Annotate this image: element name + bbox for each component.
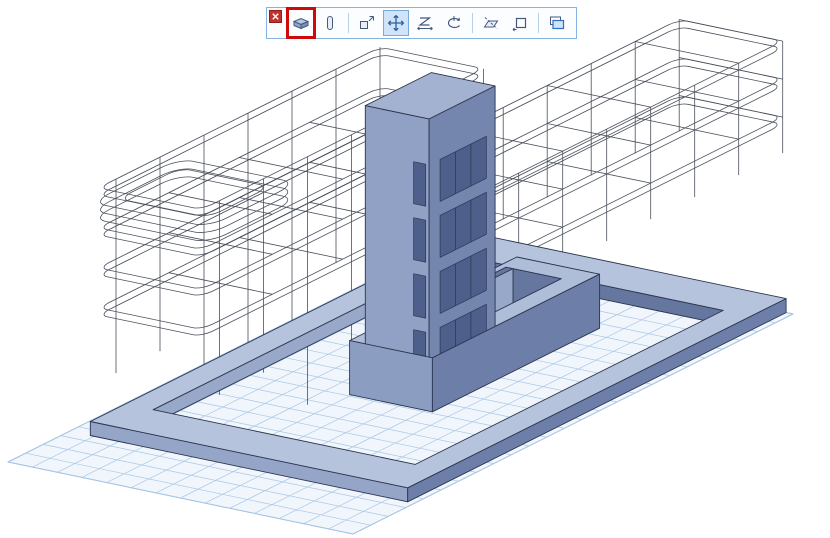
tool-mirror[interactable]: [478, 10, 504, 36]
elevate-icon: [321, 14, 339, 32]
move-icon: [387, 14, 405, 32]
toolbar-separator: [538, 13, 539, 33]
drag-icon: [292, 14, 310, 32]
toolbar-separator: [472, 13, 473, 33]
tool-stretch[interactable]: [412, 10, 438, 36]
mirror-icon: [482, 14, 500, 32]
rotate-icon: [445, 14, 463, 32]
tool-elevate[interactable]: [317, 10, 343, 36]
application-window: { "window": { "background": "#ffffff", "…: [0, 0, 830, 538]
tool-drag[interactable]: [288, 10, 314, 36]
toolbar-separator: [348, 13, 349, 33]
drag-copy-icon: [358, 14, 376, 32]
tool-rotate[interactable]: [441, 10, 467, 36]
tool-drag-a-copy[interactable]: [354, 10, 380, 36]
multiply-icon: [548, 14, 566, 32]
close-button[interactable]: [269, 10, 282, 23]
stretch-icon: [416, 14, 434, 32]
tool-offset[interactable]: [507, 10, 533, 36]
tool-multiply[interactable]: [544, 10, 570, 36]
tool-move[interactable]: [383, 10, 409, 36]
3d-model-view[interactable]: [0, 0, 830, 538]
pet-palette: [266, 7, 577, 39]
offset-icon: [511, 14, 529, 32]
close-icon: [271, 12, 280, 21]
